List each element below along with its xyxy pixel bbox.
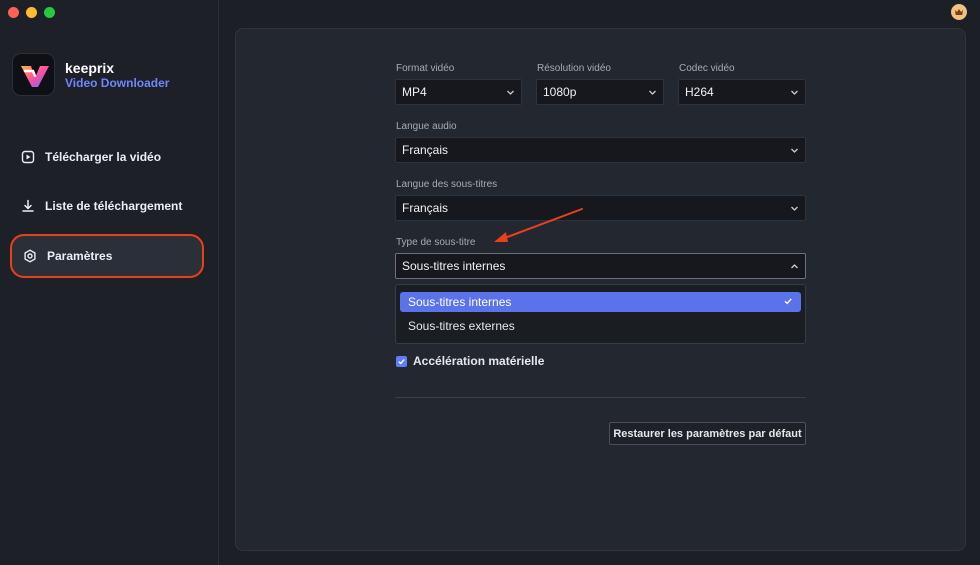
annotation-arrow-icon <box>494 208 583 242</box>
chevron-down-icon <box>507 90 514 95</box>
sidebar-item-settings[interactable]: Paramètres <box>10 234 204 278</box>
divider <box>395 397 806 398</box>
gear-icon <box>24 249 36 263</box>
play-square-icon <box>21 150 35 164</box>
zoom-window-button[interactable] <box>44 7 55 18</box>
audio-language-select[interactable]: Français <box>395 137 806 163</box>
sidebar-item-download-video[interactable]: Télécharger la vidéo <box>10 135 204 179</box>
resolution-label: Résolution vidéo <box>537 63 611 74</box>
subtitle-language-select[interactable]: Français <box>395 195 806 221</box>
resolution-value: 1080p <box>543 85 577 99</box>
subtitle-option-external[interactable]: Sous-titres externes <box>400 316 801 336</box>
checkmark-icon <box>784 298 792 305</box>
hardware-acceleration-label: Accélération matérielle <box>413 354 545 368</box>
subtitle-type-label: Type de sous-titre <box>396 237 476 248</box>
subtitle-language-value: Français <box>402 201 449 215</box>
close-window-button[interactable] <box>8 7 19 18</box>
chevron-up-icon <box>791 264 798 269</box>
resolution-select[interactable]: 1080p <box>536 79 664 105</box>
checkmark-icon <box>398 358 405 365</box>
subtitle-type-value: Sous-titres internes <box>402 259 506 273</box>
crown-icon <box>955 9 963 15</box>
download-icon <box>22 199 34 212</box>
reset-defaults-button[interactable]: Restaurer les paramètres par défaut <box>609 422 806 445</box>
window-controls <box>8 7 55 18</box>
chevron-down-icon <box>791 90 798 95</box>
subtitle-type-select[interactable]: Sous-titres internes <box>395 253 806 279</box>
chevron-down-icon <box>791 206 798 211</box>
codec-select[interactable]: H264 <box>678 79 806 105</box>
brand-name: keeprix <box>65 60 115 76</box>
format-select[interactable]: MP4 <box>395 79 522 105</box>
subtitle-option-internal[interactable]: Sous-titres internes <box>400 292 801 312</box>
chevron-down-icon <box>791 148 798 153</box>
option-label: Sous-titres internes <box>408 295 512 309</box>
sidebar-item-label: Liste de téléchargement <box>45 199 183 213</box>
subtitle-language-label: Langue des sous-titres <box>396 179 498 190</box>
app-logo-icon <box>12 53 55 96</box>
sidebar-item-label: Paramètres <box>47 249 113 263</box>
minimize-window-button[interactable] <box>26 7 37 18</box>
format-value: MP4 <box>402 85 427 99</box>
option-label: Sous-titres externes <box>408 319 515 333</box>
brand-subtitle: Video Downloader <box>65 76 170 90</box>
sidebar-item-label: Télécharger la vidéo <box>45 150 162 164</box>
sidebar-item-download-list[interactable]: Liste de téléchargement <box>10 184 204 228</box>
sidebar: keeprix Video Downloader Télécharger la … <box>0 0 219 565</box>
format-label: Format vidéo <box>396 63 455 74</box>
audio-language-value: Français <box>402 143 449 157</box>
hardware-acceleration-checkbox[interactable] <box>396 355 407 367</box>
premium-crown-button[interactable] <box>951 4 967 20</box>
hardware-acceleration-row[interactable]: Accélération matérielle <box>396 354 544 368</box>
chevron-down-icon <box>649 90 656 95</box>
codec-label: Codec vidéo <box>679 63 735 74</box>
codec-value: H264 <box>685 85 714 99</box>
audio-language-label: Langue audio <box>396 121 457 132</box>
subtitle-type-dropdown: Sous-titres internes Sous-titres externe… <box>395 284 806 344</box>
